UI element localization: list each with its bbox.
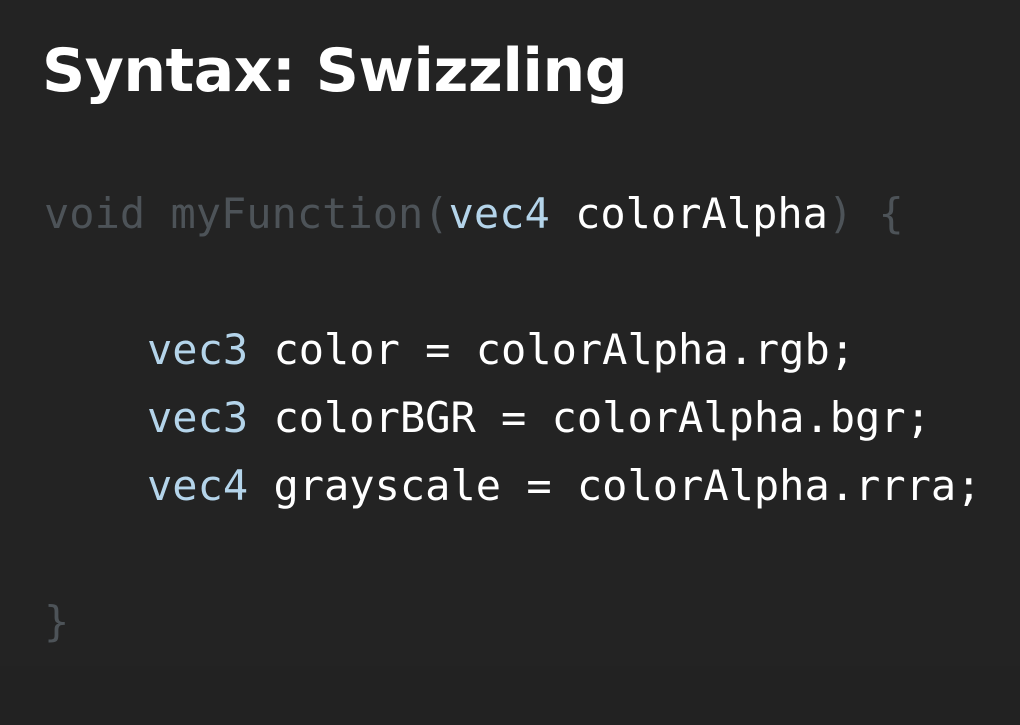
void-keyword: void [44,189,146,238]
statement-text: grayscale = colorAlpha.rrra; [273,461,982,510]
open-brace: { [878,189,904,238]
code-line: vec4 grayscale = colorAlpha.rrra; [44,458,981,514]
statement-type: vec3 [147,325,249,374]
close-paren: ) [827,189,854,238]
function-signature-line: void myFunction(vec4 colorAlpha) { [44,186,904,242]
statement-type: vec3 [147,393,249,442]
open-paren: ( [423,189,449,238]
slide: Syntax: Swizzling void myFunction(vec4 c… [0,0,1020,666]
code-block: void myFunction(vec4 colorAlpha) { vec3 … [44,186,981,725]
close-brace: } [44,597,70,646]
statement-text: color = colorAlpha.rgb; [273,325,856,374]
statement-type: vec4 [147,461,249,510]
param-type: vec4 [448,189,550,238]
function-name: myFunction [170,189,424,238]
code-line: vec3 color = colorAlpha.rgb; [44,322,855,378]
code-line: vec3 colorBGR = colorAlpha.bgr; [44,390,931,446]
param-name: colorAlpha [575,189,828,238]
statement-text: colorBGR = colorAlpha.bgr; [273,393,931,442]
slide-title: Syntax: Swizzling [42,36,628,106]
